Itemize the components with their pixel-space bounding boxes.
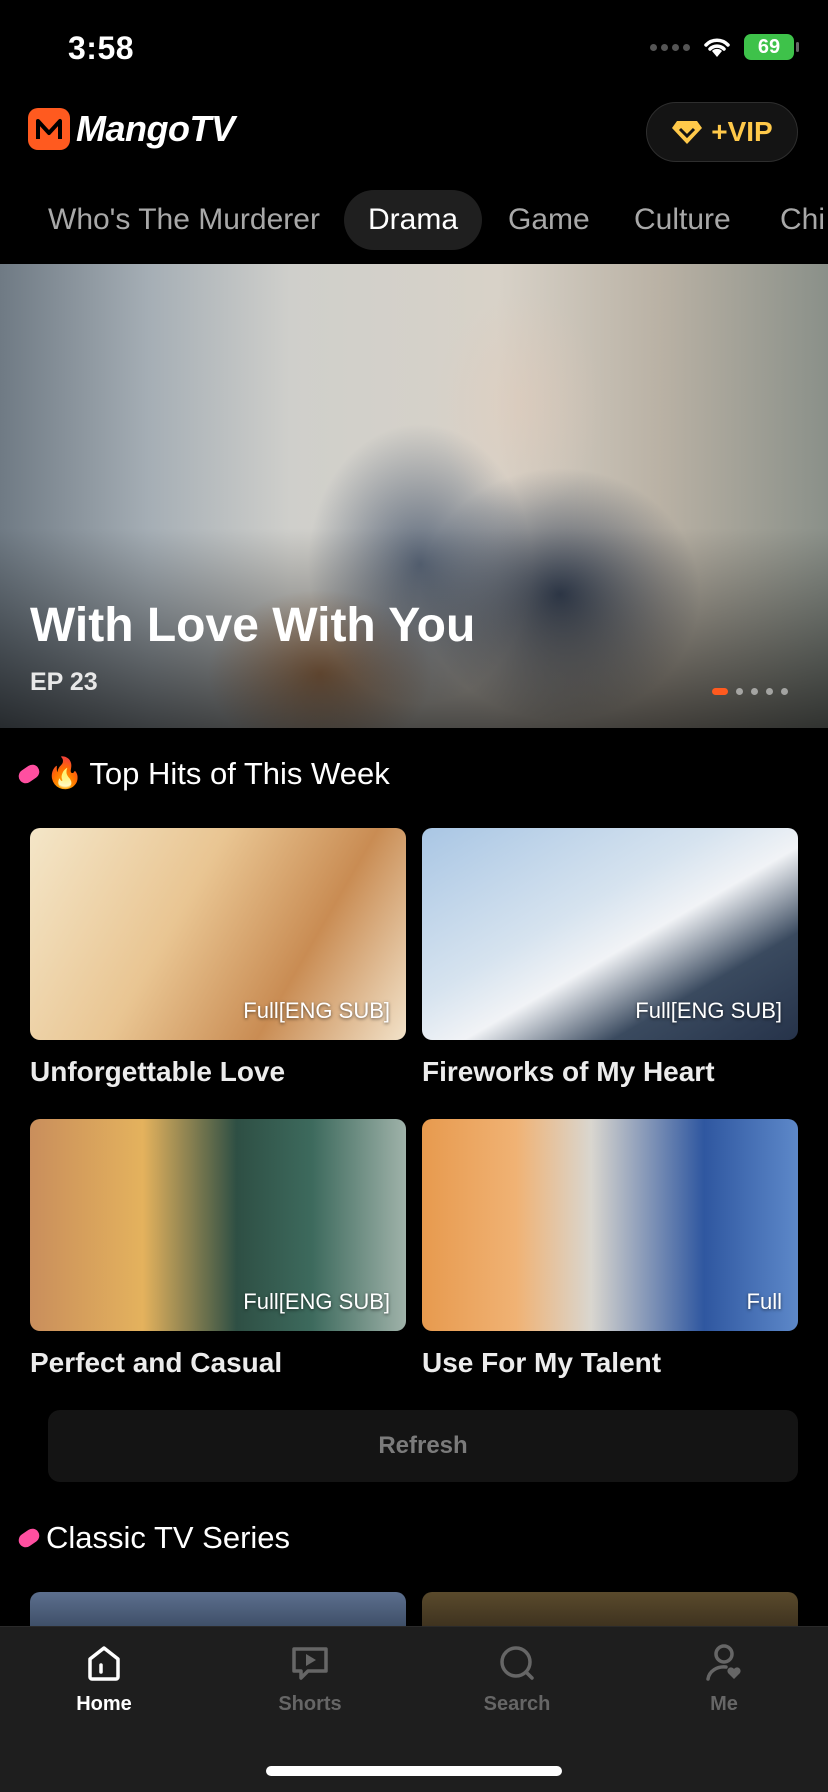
show-card-unforgettable-love[interactable]: Full[ENG SUB] Unforgettable Love: [30, 828, 406, 1088]
hero-banner[interactable]: With Love With You EP 23: [0, 264, 828, 728]
show-title: Use For My Talent: [422, 1347, 662, 1378]
hero-episode: EP 23: [30, 668, 98, 696]
logo-text: MangoTV: [76, 108, 235, 149]
show-thumbnail: Full[ENG SUB]: [422, 828, 798, 1040]
nav-home[interactable]: Home: [44, 1641, 164, 1716]
carousel-dot: [712, 688, 728, 695]
show-thumbnail: Full: [422, 1119, 798, 1331]
mango-logo[interactable]: MangoTV: [28, 108, 235, 150]
nav-label: Home: [76, 1693, 132, 1715]
nav-me[interactable]: Me: [664, 1641, 784, 1716]
vip-label: +VIP: [711, 116, 773, 147]
status-icons: 69: [650, 34, 799, 60]
show-thumbnail: Full[ENG SUB]: [30, 828, 406, 1040]
show-title: Perfect and Casual: [30, 1347, 283, 1378]
status-bar: 3:58 69: [0, 0, 828, 100]
pill-icon: [15, 761, 43, 787]
show-title: Unforgettable Love: [30, 1056, 286, 1087]
carousel-indicator: [712, 688, 788, 695]
tab-culture[interactable]: Culture: [634, 190, 731, 250]
refresh-button[interactable]: Refresh: [48, 1410, 798, 1482]
show-card-fireworks-of-my-heart[interactable]: Full[ENG SUB] Fireworks of My Heart: [422, 828, 798, 1088]
home-icon: [88, 1646, 120, 1681]
battery-icon: 69: [744, 34, 799, 60]
show-card-perfect-and-casual[interactable]: Full[ENG SUB] Perfect and Casual: [30, 1119, 406, 1379]
hero-title: With Love With You: [30, 599, 476, 652]
fire-icon: 🔥: [46, 757, 84, 790]
carousel-dot: [781, 688, 788, 695]
classic-title: Classic TV Series: [46, 1520, 291, 1555]
sub-badge: Full[ENG SUB]: [635, 998, 782, 1023]
show-title: Fireworks of My Heart: [422, 1056, 715, 1087]
category-tabs: Who's The Murderer Drama Game Culture Ch…: [0, 190, 828, 250]
classic-heading: Classic TV Series: [15, 1520, 291, 1556]
sub-badge: Full[ENG SUB]: [243, 1289, 390, 1314]
vip-diamond-icon: [672, 121, 703, 144]
search-icon: [500, 1646, 534, 1680]
tab-chi[interactable]: Chi: [780, 190, 825, 250]
status-time: 3:58: [68, 30, 135, 66]
nav-label: Shorts: [278, 1693, 342, 1715]
wifi-icon: [704, 38, 730, 57]
nav-shorts[interactable]: Shorts: [250, 1641, 370, 1716]
battery-level: 69: [757, 35, 781, 58]
carousel-dot: [766, 688, 773, 695]
pill-icon: [15, 1525, 43, 1551]
carousel-dot: [751, 688, 758, 695]
top-hits-heading: 🔥 Top Hits of This Week: [15, 756, 390, 792]
play-icon: [292, 1647, 328, 1680]
tab-whos-the-murderer[interactable]: Who's The Murderer: [48, 190, 320, 250]
tab-drama[interactable]: Drama: [344, 190, 483, 250]
home-indicator: [266, 1766, 562, 1776]
sub-badge: Full: [746, 1289, 782, 1314]
signal-dots-icon: [650, 43, 690, 51]
show-card-use-for-my-talent[interactable]: Full Use For My Talent: [422, 1119, 798, 1379]
app-header: MangoTV +VIP: [0, 98, 828, 168]
mango-logo-icon: [28, 108, 70, 150]
nav-label: Me: [710, 1693, 738, 1715]
show-thumbnail: Full[ENG SUB]: [30, 1119, 406, 1331]
nav-search[interactable]: Search: [457, 1641, 577, 1716]
sub-badge: Full[ENG SUB]: [243, 998, 390, 1023]
carousel-dot: [736, 688, 743, 695]
vip-button[interactable]: +VIP: [646, 102, 798, 162]
profile-icon: [706, 1644, 741, 1681]
tab-game[interactable]: Game: [508, 190, 590, 250]
nav-label: Search: [483, 1693, 551, 1715]
top-hits-title: Top Hits of This Week: [89, 756, 390, 791]
